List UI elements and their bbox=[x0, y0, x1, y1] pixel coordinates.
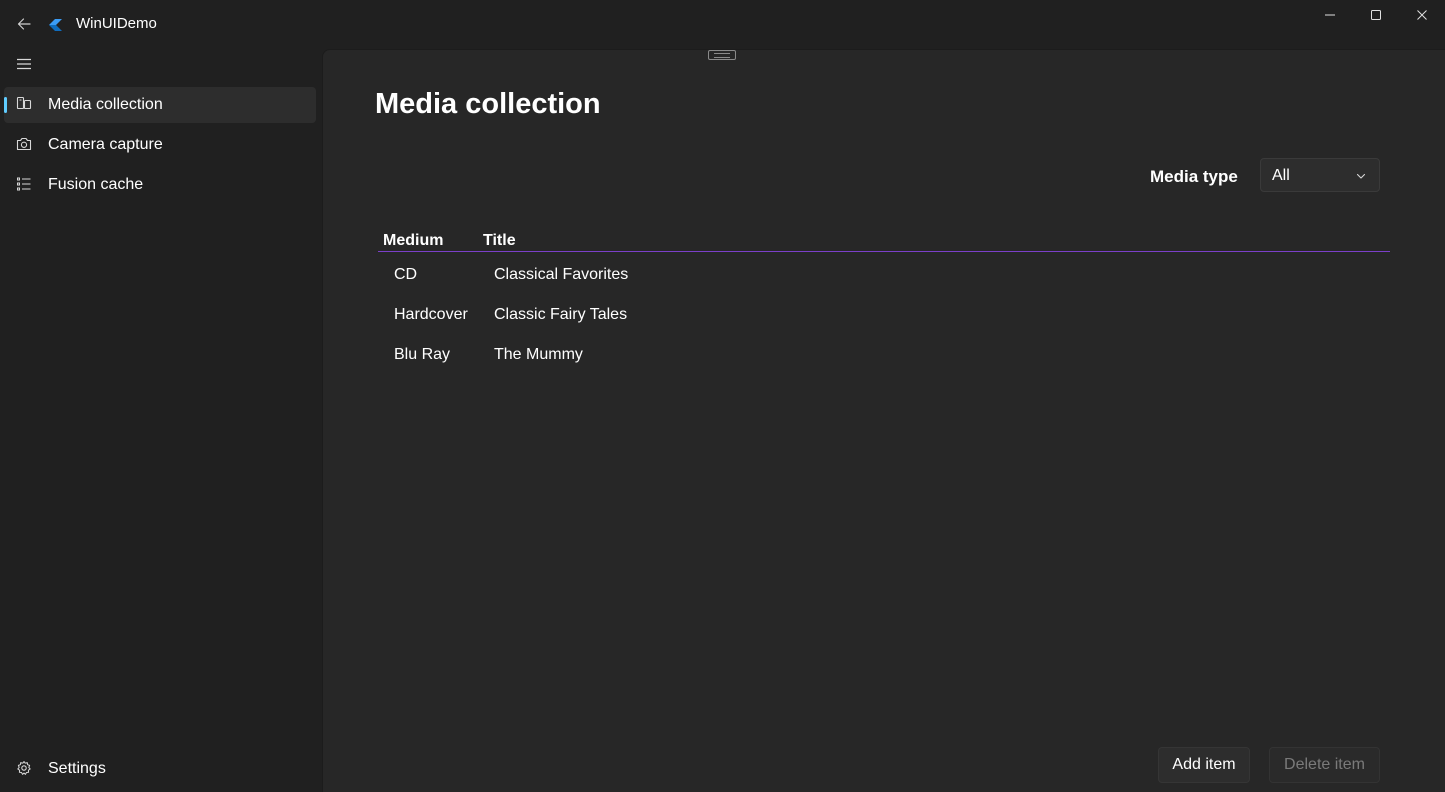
page-title: Media collection bbox=[375, 88, 601, 120]
cell-title: The Mummy bbox=[494, 346, 583, 363]
cell-medium: Hardcover bbox=[394, 306, 468, 323]
nav-item-fusion-cache[interactable]: Fusion cache bbox=[4, 167, 316, 203]
nav-item-label: Fusion cache bbox=[48, 176, 144, 193]
cell-title: Classic Fairy Tales bbox=[494, 306, 628, 323]
table-row[interactable]: Blu Ray The Mummy bbox=[378, 334, 1390, 374]
selection-indicator bbox=[4, 97, 7, 113]
media-type-label: Media type bbox=[1150, 167, 1238, 186]
media-type-combobox[interactable]: All bbox=[1260, 158, 1380, 192]
nav-item-settings[interactable]: Settings bbox=[4, 751, 316, 787]
media-collection-icon bbox=[16, 96, 32, 110]
hamburger-menu-icon bbox=[17, 58, 31, 70]
cell-medium: Blu Ray bbox=[394, 346, 451, 363]
nav-item-label: Settings bbox=[48, 760, 106, 777]
gear-icon bbox=[17, 761, 31, 775]
cell-title: Classical Favorites bbox=[494, 266, 629, 283]
add-item-button[interactable]: Add item bbox=[1158, 747, 1250, 783]
title-bar: WinUIDemo bbox=[0, 0, 1445, 48]
header-divider bbox=[378, 251, 1390, 252]
nav-item-camera-capture[interactable]: Camera capture bbox=[4, 127, 316, 163]
nav-item-label: Camera capture bbox=[48, 136, 163, 153]
table-row[interactable]: CD Classical Favorites bbox=[378, 254, 1390, 294]
close-button[interactable] bbox=[1399, 0, 1445, 30]
column-header-medium[interactable]: Medium bbox=[383, 232, 443, 250]
media-type-selected-value: All bbox=[1272, 167, 1290, 184]
camera-icon bbox=[16, 137, 32, 151]
nav-toggle-button[interactable] bbox=[6, 48, 42, 80]
content-frame: Media collection Media type All Medium T… bbox=[322, 49, 1445, 792]
arrow-left-icon bbox=[17, 18, 31, 30]
column-header-title[interactable]: Title bbox=[483, 232, 516, 250]
maximize-icon bbox=[1371, 10, 1381, 20]
drag-handle[interactable] bbox=[708, 50, 736, 60]
delete-item-button: Delete item bbox=[1269, 747, 1380, 783]
minimize-button[interactable] bbox=[1307, 0, 1353, 30]
app-title: WinUIDemo bbox=[76, 15, 157, 32]
app-window: WinUIDemo Media collection Camera captur… bbox=[0, 0, 1445, 792]
chevron-down-icon bbox=[1356, 173, 1366, 179]
cell-medium: CD bbox=[394, 266, 418, 283]
back-button[interactable] bbox=[8, 8, 40, 40]
close-icon bbox=[1417, 10, 1427, 20]
table-row[interactable]: Hardcover Classic Fairy Tales bbox=[378, 294, 1390, 334]
list-icon bbox=[17, 177, 31, 191]
maximize-button[interactable] bbox=[1353, 0, 1399, 30]
app-logo-icon bbox=[49, 19, 62, 31]
nav-item-label: Media collection bbox=[48, 96, 163, 113]
minimize-icon bbox=[1325, 14, 1335, 16]
nav-item-media-collection[interactable]: Media collection bbox=[4, 87, 316, 123]
